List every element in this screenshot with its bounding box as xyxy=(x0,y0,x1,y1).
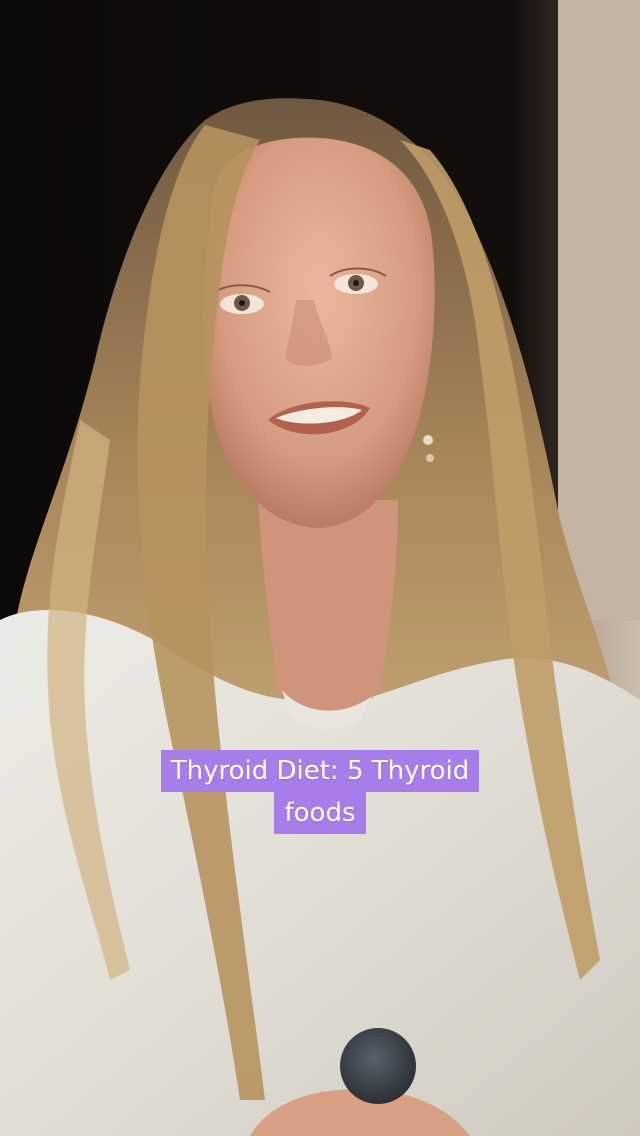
video-frame[interactable]: Thyroid Diet: 5 Thyroid foods xyxy=(0,0,640,1136)
caption-line-1: Thyroid Diet: 5 Thyroid xyxy=(160,750,480,792)
caption-line-2: foods xyxy=(274,792,366,834)
caption-overlay: Thyroid Diet: 5 Thyroid foods xyxy=(0,750,640,834)
video-still xyxy=(0,0,640,1136)
